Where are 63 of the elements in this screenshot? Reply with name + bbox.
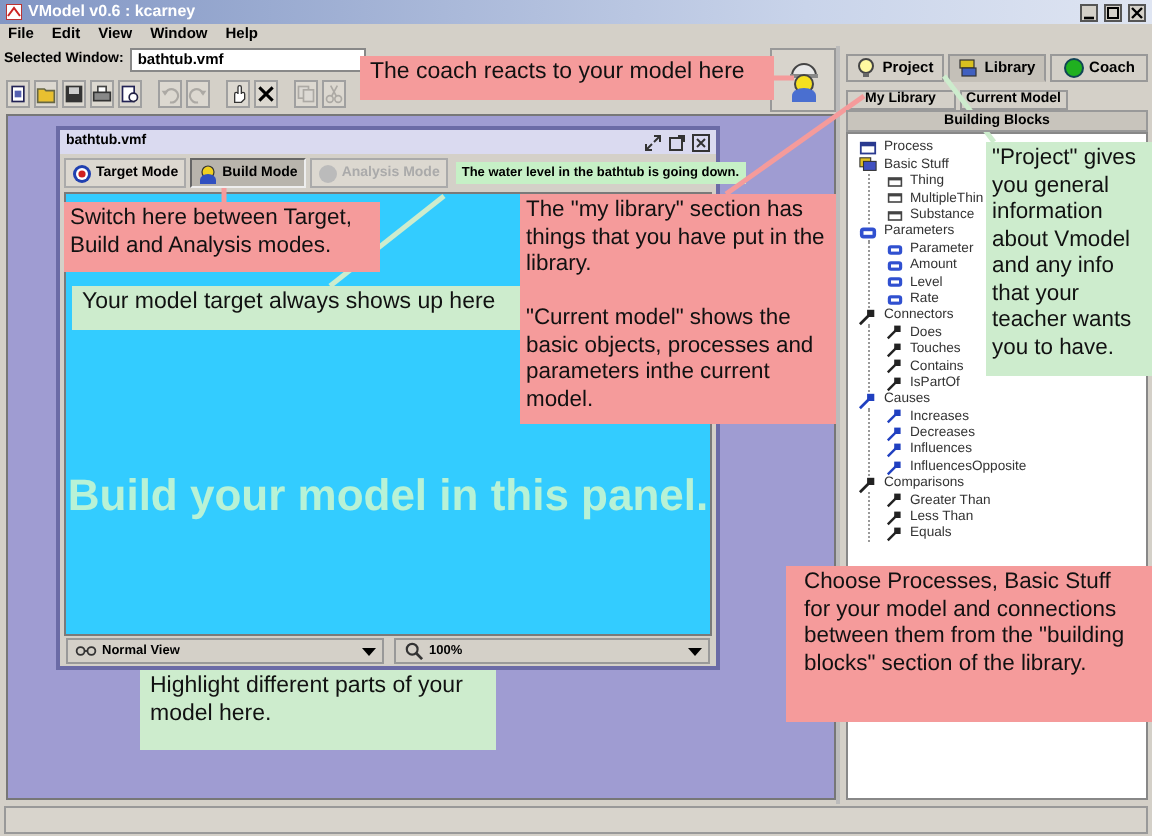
- window-icon: [886, 207, 904, 224]
- caret-icon: [361, 647, 375, 655]
- canvas-hint-text: Build your model in this panel.: [67, 470, 709, 522]
- maximize-button[interactable]: [1104, 3, 1122, 21]
- search-icon: [401, 642, 425, 660]
- frame-icon: [858, 139, 878, 158]
- callout-text: Your model target always shows up here: [82, 290, 498, 318]
- window-icon: [886, 190, 904, 207]
- callout-text: "Project" gives you general information about Vmodel and any info that your teacher wants you to have.: [992, 146, 1138, 362]
- close-button[interactable]: [1128, 3, 1146, 21]
- circle-icon: [317, 163, 338, 183]
- plug-icon: [886, 408, 904, 425]
- target-icon: [72, 163, 92, 183]
- plug-icon: [886, 358, 904, 375]
- delete-icon: [256, 84, 276, 104]
- minimize-button[interactable]: [1080, 3, 1098, 21]
- preview-icon: [120, 84, 140, 104]
- restore-button[interactable]: [644, 133, 662, 151]
- folder-button[interactable]: [34, 80, 58, 108]
- close-button[interactable]: [692, 133, 710, 151]
- callout-text: Choose Processes, Basic Stuff for your model and connections between them from the "building blocks" section of the library.: [804, 570, 1127, 678]
- callout-text: The coach reacts to your model here: [370, 60, 747, 88]
- redo-icon: [188, 84, 208, 104]
- plug-icon: [886, 324, 904, 341]
- save-icon: [64, 84, 84, 104]
- plug-icon: [886, 442, 904, 459]
- shapes-icon: [858, 156, 878, 175]
- new-document-icon: [8, 84, 28, 104]
- plug-icon: [886, 509, 904, 526]
- plug-icon: [858, 475, 878, 494]
- undo-icon: [160, 84, 180, 104]
- lightbulb-icon: [856, 58, 877, 78]
- plug-icon: [858, 307, 878, 326]
- books-icon: [958, 58, 979, 78]
- plug-icon: [886, 492, 904, 509]
- plug-icon: [886, 341, 904, 358]
- callout-text: Highlight different parts of your model here.: [150, 674, 465, 730]
- scissors-icon: [324, 84, 344, 104]
- new-document-button[interactable]: [6, 80, 30, 108]
- plug-icon: [886, 459, 904, 476]
- save-button[interactable]: [62, 80, 86, 108]
- plug-icon: [886, 375, 904, 392]
- plug-icon: [858, 391, 878, 410]
- print-icon: [92, 84, 112, 104]
- plug-icon: [886, 526, 904, 543]
- folder-icon: [36, 84, 56, 104]
- hand-icon: [228, 84, 248, 104]
- hand-button[interactable]: [226, 80, 250, 108]
- window-icon: [886, 173, 904, 190]
- tag-icon: [858, 223, 878, 242]
- copy-icon: [296, 84, 316, 104]
- callout-text: Switch here between Target, Build and Analysis modes.: [70, 206, 354, 260]
- glasses-icon: [74, 642, 98, 660]
- app-icon: [6, 4, 22, 20]
- worker-icon: [198, 163, 219, 183]
- caret-icon: [688, 647, 702, 655]
- preview-button[interactable]: [118, 80, 142, 108]
- maximize-button[interactable]: [668, 133, 686, 151]
- delete-button[interactable]: [254, 80, 278, 108]
- window-title: VModel v0.6 : kcarney: [28, 3, 196, 21]
- plug-icon: [886, 425, 904, 442]
- print-button[interactable]: [90, 80, 114, 108]
- worker-icon: [785, 58, 821, 102]
